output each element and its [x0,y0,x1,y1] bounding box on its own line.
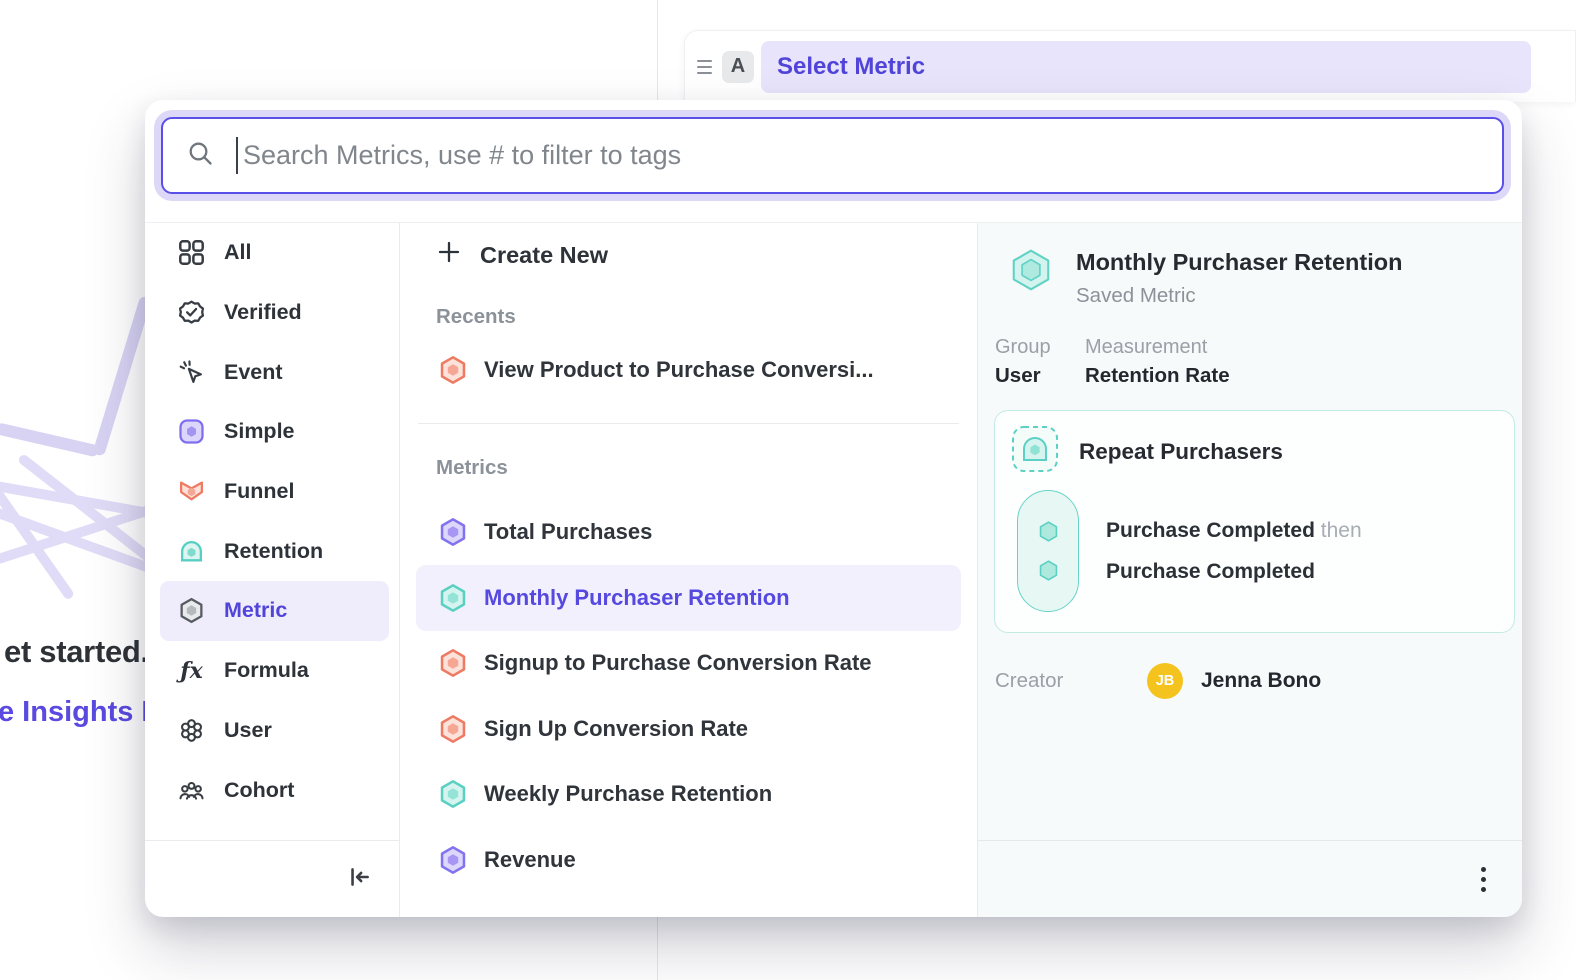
sidebar-item-label: Simple [224,419,295,444]
sidebar-item-label: Cohort [224,778,294,803]
search-icon [187,140,214,172]
select-metric-button[interactable]: Select Metric [761,41,1531,93]
cohort-icon [178,777,205,804]
step-two: Purchase Completed [1106,560,1315,583]
list-divider [418,423,959,424]
preview-subtitle: Saved Metric [1076,284,1402,308]
metrics-section-label: Metrics [416,448,961,488]
group-value: User [995,364,1085,388]
sidebar-item-user[interactable]: User [160,701,389,761]
background-partial-heading: et started. [4,634,149,670]
formula-icon: ƒx [178,657,205,684]
group-label: Group [995,336,1085,359]
metric-row-label: Monthly Purchaser Retention [484,585,790,611]
search-box[interactable] [161,117,1504,194]
sidebar-item-cohort[interactable]: Cohort [160,760,389,820]
step-connector: then [1321,519,1362,542]
metric-hexagon-icon [438,648,468,678]
preview-meta: Group User Measurement Retention Rate [994,336,1518,388]
search-input[interactable] [243,140,1478,171]
recents-section-label: Recents [416,297,961,337]
metric-row[interactable]: Total Purchases [416,500,961,566]
page: et started. e Insights Re A Select Metri… [0,0,1576,980]
metric-row-label: Sign Up Conversion Rate [484,716,748,742]
sidebar-item-funnel[interactable]: Funnel [160,462,389,522]
creator-avatar: JB [1147,663,1183,699]
sidebar-footer [145,840,399,917]
metric-hexagon-icon [438,714,468,744]
select-metric-label: Select Metric [777,53,925,81]
sidebar-item-event[interactable]: Event [160,342,389,402]
metric-letter-badge: A [722,51,754,83]
preview-footer [978,840,1522,917]
retention-definition-card: Repeat Purchasers [994,410,1515,633]
metric-row[interactable]: Revenue [416,827,961,893]
retention-icon [1011,425,1059,478]
sidebar-item-label: Verified [224,300,302,325]
card-title: Repeat Purchasers [1079,439,1283,465]
recent-metric-row[interactable]: View Product to Purchase Conversi... [416,337,961,403]
sidebar-item-metric[interactable]: Metric [160,581,389,641]
metric-hexagon-icon [1008,247,1054,308]
verified-badge-icon [178,299,205,326]
search-area [145,100,1522,222]
event-steps: Purchase Completed then Purchase Complet… [1106,510,1362,592]
grid-icon [178,239,205,266]
modal-content: All Verified [145,222,1522,917]
creator-label: Creator [995,669,1113,693]
sidebar-item-label: User [224,718,272,743]
metric-row-card: A Select Metric [684,30,1576,102]
event-cursor-icon [178,359,205,386]
metric-hexagon-icon [438,355,468,385]
metric-row-label: Signup to Purchase Conversion Rate [484,650,872,676]
sidebar-item-formula[interactable]: ƒx Formula [160,641,389,701]
creator-row: Creator JB Jenna Bono [994,663,1518,699]
metric-hexagon-icon [438,845,468,875]
metric-preview-panel: Monthly Purchaser Retention Saved Metric… [978,223,1522,917]
creator-name: Jenna Bono [1201,669,1321,693]
drag-handle-icon[interactable] [691,60,718,74]
text-caret [236,137,238,174]
collapse-panel-icon[interactable] [345,863,373,896]
metric-hexagon-icon [438,779,468,809]
sidebar-item-label: Event [224,360,283,385]
preview-header: Monthly Purchaser Retention Saved Metric [1008,247,1518,308]
sidebar-item-verified[interactable]: Verified [160,283,389,343]
sidebar-item-label: Funnel [224,479,294,504]
measurement-label: Measurement [1085,336,1230,359]
metric-row-label: Weekly Purchase Retention [484,781,772,807]
metric-hexagon-icon [178,597,205,624]
user-cluster-icon [178,717,205,744]
event-sequence-capsule [1017,490,1079,612]
sidebar-item-label: Retention [224,539,323,564]
simple-icon [178,418,205,445]
step-one: Purchase Completed [1106,519,1315,542]
metric-row-label: Revenue [484,847,576,873]
sidebar-item-retention[interactable]: Retention [160,521,389,581]
metric-row[interactable]: Weekly Purchase Retention [416,762,961,828]
funnel-icon [178,478,205,505]
metric-row-selected[interactable]: Monthly Purchaser Retention [416,565,961,631]
retention-icon [178,538,205,565]
plus-icon [436,239,462,271]
preview-title: Monthly Purchaser Retention [1076,249,1402,276]
metric-row[interactable]: Sign Up Conversion Rate [416,696,961,762]
measurement-value: Retention Rate [1085,364,1230,388]
create-new-label: Create New [480,242,608,269]
category-sidebar: All Verified [145,223,400,917]
metric-row[interactable]: Signup to Purchase Conversion Rate [416,631,961,697]
metric-hexagon-icon [438,517,468,547]
sidebar-item-label: All [224,240,251,265]
sidebar-item-label: Metric [224,598,287,623]
metric-hexagon-icon [438,583,468,613]
sidebar-item-label: Formula [224,658,309,683]
sidebar-item-all[interactable]: All [160,223,389,283]
create-new-button[interactable]: Create New [416,225,961,285]
sidebar-item-simple[interactable]: Simple [160,402,389,462]
metric-row-label: Total Purchases [484,519,652,545]
metric-picker-modal: All Verified [145,100,1522,917]
metric-row-label: View Product to Purchase Conversi... [484,357,874,383]
metric-list-panel: Create New Recents View Product to Purch… [400,223,978,917]
more-options-icon[interactable] [1475,861,1492,898]
